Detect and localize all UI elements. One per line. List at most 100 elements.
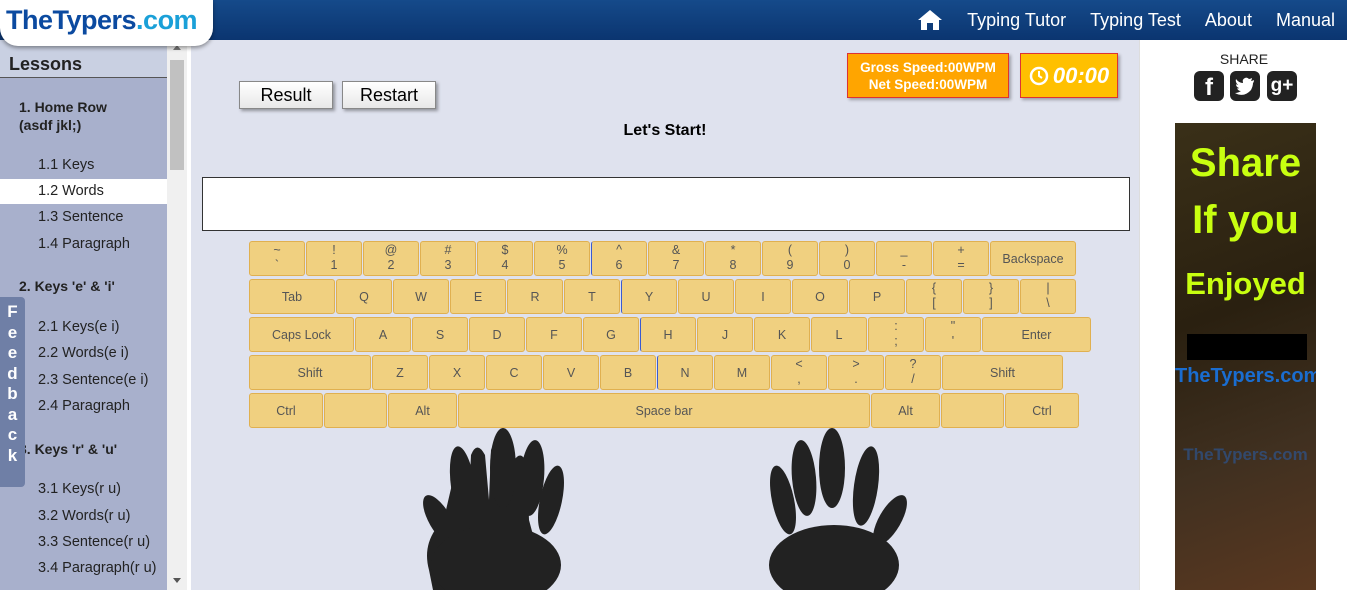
key-3[interactable]: #3 [420,241,476,276]
net-speed: Net Speed:00WPM [868,77,988,92]
nav-manual[interactable]: Manual [1276,10,1335,31]
key-label: U [701,289,711,304]
nav-typing-tutor[interactable]: Typing Tutor [967,10,1066,31]
key-c[interactable]: C [486,355,542,390]
key-k[interactable]: K [754,317,810,352]
key-i[interactable]: I [735,279,791,314]
lesson-item[interactable]: 3.4 Paragraph(r u) [0,556,167,581]
key--[interactable]: _ - [876,241,932,276]
key-t[interactable]: T [564,279,620,314]
key-'[interactable]: " ' [925,317,981,352]
lesson-item[interactable]: 2.3 Sentence(e i) [0,368,167,393]
key-u[interactable]: U [678,279,734,314]
key-z[interactable]: Z [372,355,428,390]
key-v[interactable]: V [543,355,599,390]
lesson-section-title[interactable]: 1. Home Row (asdf jkl;) [0,98,150,134]
logo-container[interactable]: TheTypers.com [0,0,213,46]
main-nav: Typing Tutor Typing Test About Manual [917,0,1335,40]
key-o[interactable]: O [792,279,848,314]
twitter-icon[interactable] [1230,71,1260,101]
sidebar-scrollbar[interactable] [167,40,187,590]
key-shift[interactable]: Shift [942,355,1063,390]
key-[[interactable]: {[ [906,279,962,314]
key-label: F [550,327,558,342]
key-p[interactable]: P [849,279,905,314]
key-f[interactable]: F [526,317,582,352]
key-w[interactable]: W [393,279,449,314]
ad-banner[interactable]: Share If you Enjoyed TheTypers.com TheTy… [1175,123,1316,590]
key-2[interactable]: @2 [363,241,419,276]
result-button[interactable]: Result [239,81,333,109]
key-x[interactable]: X [429,355,485,390]
key-5[interactable]: % 5 [534,241,590,276]
key-4[interactable]: $4 [477,241,533,276]
lesson-item[interactable]: 1.1 Keys [0,153,167,178]
typing-area: Result Restart Gross Speed:00WPM Net Spe… [191,40,1139,590]
scroll-down-icon[interactable] [173,578,181,583]
key-;[interactable]: :; [868,317,924,352]
key-shift-char: { [931,281,937,295]
key-q[interactable]: Q [336,279,392,314]
key-][interactable]: }] [963,279,1019,314]
key-char: ] [989,296,993,310]
lesson-item[interactable]: 3.2 Words(r u) [0,504,167,529]
timer-value: 00:00 [1052,63,1110,88]
key-6[interactable]: ^ 6 [591,241,647,276]
ad-line-2: If you [1192,198,1299,242]
key-label: O [815,289,825,304]
key-,[interactable]: <, [771,355,827,390]
key-label: Shift [297,365,323,380]
key-label: P [872,289,882,304]
key-d[interactable]: D [469,317,525,352]
key-caps-lock[interactable]: Caps Lock [249,317,354,352]
key-h[interactable]: H [640,317,696,352]
feedback-tab[interactable]: Feedback [0,297,25,487]
key-b[interactable]: B [600,355,656,390]
key-r[interactable]: R [507,279,563,314]
lesson-item[interactable]: 2.2 Words(e i) [0,341,167,366]
key-s[interactable]: S [412,317,468,352]
facebook-icon[interactable]: f [1194,71,1224,101]
site-logo[interactable]: TheTypers.com [6,5,198,36]
scroll-thumb[interactable] [170,60,184,170]
lesson-item-active[interactable]: 1.2 Words [0,179,167,204]
lesson-section-title[interactable]: 2. Keys 'e' & 'i' [0,277,123,295]
key-1[interactable]: ! 1 [306,241,362,276]
key-\[interactable]: | \ [1020,279,1076,314]
key-g[interactable]: G [583,317,639,352]
key-label: L [835,327,843,342]
key-0[interactable]: ) 0 [819,241,875,276]
lesson-item[interactable]: 3.1 Keys(r u) [0,477,167,502]
key-n[interactable]: N [657,355,713,390]
typing-input[interactable] [202,177,1130,231]
lesson-item[interactable]: 1.3 Sentence [0,205,167,230]
key-.[interactable]: >. [828,355,884,390]
key-8[interactable]: * 8 [705,241,761,276]
key-/[interactable]: ? / [885,355,941,390]
key-enter[interactable]: Enter [982,317,1091,352]
key-tab[interactable]: Tab [249,279,335,314]
key-backspace[interactable]: Backspace [990,241,1076,276]
key-a[interactable]: A [355,317,411,352]
key-shift[interactable]: Shift [249,355,371,390]
home-icon[interactable] [917,8,943,32]
key-`[interactable]: ~ ` [249,241,305,276]
key-char: 6 [615,258,623,272]
key-y[interactable]: Y [621,279,677,314]
nav-about[interactable]: About [1205,10,1252,31]
key-label: M [736,365,748,380]
key-j[interactable]: J [697,317,753,352]
lesson-item[interactable]: 2.4 Paragraph [0,394,167,419]
key-m[interactable]: M [714,355,770,390]
key-=[interactable]: + = [933,241,989,276]
key-9[interactable]: (9 [762,241,818,276]
restart-button[interactable]: Restart [342,81,436,109]
key-7[interactable]: & 7 [648,241,704,276]
google-plus-icon[interactable]: g+ [1267,71,1297,101]
lesson-item[interactable]: 1.4 Paragraph [0,232,167,257]
key-l[interactable]: L [811,317,867,352]
lesson-item[interactable]: 3.3 Sentence(r u) [0,530,167,555]
key-e[interactable]: E [450,279,506,314]
nav-typing-test[interactable]: Typing Test [1090,10,1181,31]
lesson-item[interactable]: 2.1 Keys(e i) [0,315,167,340]
